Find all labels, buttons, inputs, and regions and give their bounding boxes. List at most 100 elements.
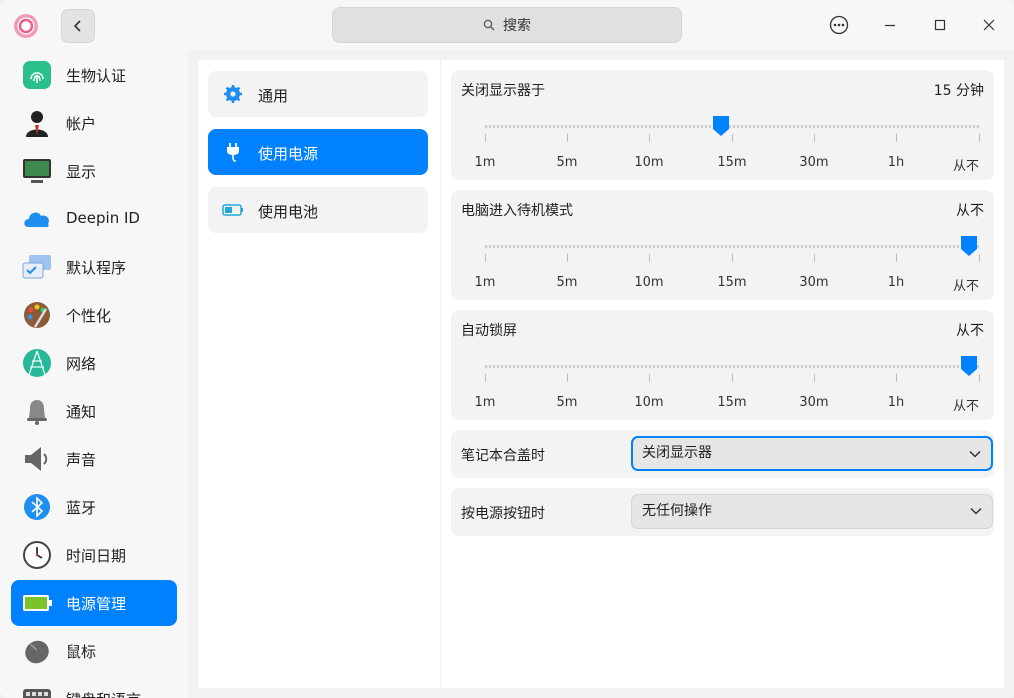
tick-mark xyxy=(567,374,568,382)
tick-label: 10m xyxy=(634,275,664,290)
minimize-button[interactable] xyxy=(875,10,905,40)
sidebar-item-display[interactable]: 显示 xyxy=(11,148,177,194)
cloud-icon xyxy=(24,212,49,227)
close-button[interactable] xyxy=(974,10,1004,40)
keyboard-icon xyxy=(23,689,51,698)
minimize-icon xyxy=(885,24,895,27)
tick-label: 30m xyxy=(799,155,829,170)
menu-button[interactable] xyxy=(824,10,854,40)
power-button-row: 按电源按钮时 无任何操作 xyxy=(451,488,994,536)
sidebar-item-label: 通知 xyxy=(66,403,97,421)
sidebar-item-biometric[interactable]: 生物认证 xyxy=(11,52,177,98)
power-button-select[interactable]: 无任何操作 xyxy=(631,494,993,529)
sidebar-item-label: 帐户 xyxy=(66,115,97,133)
subnav-item-label: 通用 xyxy=(258,87,289,105)
tick-mark xyxy=(567,134,568,142)
tick-label: 15m xyxy=(717,155,747,170)
sidebar-item-keyboard[interactable]: 键盘和语言 xyxy=(11,676,177,698)
sidebar-item-personalization[interactable]: 个性化 xyxy=(11,292,177,338)
tick-mark xyxy=(732,254,733,262)
fingerprint-icon xyxy=(23,61,51,89)
slider-track[interactable] xyxy=(485,125,979,128)
setting-title: 按电源按钮时 xyxy=(461,506,545,522)
tick-mark xyxy=(979,134,980,142)
chevron-down-icon xyxy=(969,450,981,458)
subnav-item-general[interactable]: 通用 xyxy=(208,71,428,117)
sidebar-item-notification[interactable]: 通知 xyxy=(11,388,177,434)
plug-icon xyxy=(227,143,239,162)
tick-mark xyxy=(979,374,980,382)
search-placeholder: 搜索 xyxy=(503,18,531,34)
slider-track[interactable] xyxy=(485,365,979,368)
tick-label: 5m xyxy=(556,275,578,290)
tick-label: 5m xyxy=(556,395,578,410)
tick-label: 30m xyxy=(799,275,829,290)
tick-mark xyxy=(896,374,897,382)
tick-mark xyxy=(649,254,650,262)
sidebar: 生物认证 帐户 显示 Deepin ID 默认程序 个性化 网络 通知 声音 蓝… xyxy=(0,50,188,698)
tick-label: 1h xyxy=(887,155,905,170)
sidebar-item-account[interactable]: 帐户 xyxy=(11,100,177,146)
chevron-left-icon xyxy=(73,20,81,32)
setting-value: 从不 xyxy=(956,323,984,339)
power-subnav: 通用 使用电源 使用电池 xyxy=(198,60,440,688)
account-icon xyxy=(26,111,48,137)
sidebar-item-label: 默认程序 xyxy=(66,259,127,277)
sidebar-item-mouse[interactable]: 鼠标 xyxy=(11,628,177,674)
sidebar-item-datetime[interactable]: 时间日期 xyxy=(11,532,177,578)
bell-icon xyxy=(27,400,47,425)
slider-thumb[interactable] xyxy=(959,354,979,378)
network-icon xyxy=(23,349,51,377)
setting-title: 电脑进入待机模式 xyxy=(461,203,573,219)
display-icon xyxy=(23,159,51,183)
speaker-icon xyxy=(25,447,48,471)
sidebar-item-label: 蓝牙 xyxy=(66,499,97,517)
setting-value: 15 分钟 xyxy=(933,83,984,99)
sidebar-item-power[interactable]: 电源管理 xyxy=(11,580,177,626)
tick-mark xyxy=(896,134,897,142)
tick-label: 从不 xyxy=(952,399,980,414)
tick-label: 30m xyxy=(799,395,829,410)
tick-mark xyxy=(732,374,733,382)
slider-thumb[interactable] xyxy=(959,234,979,258)
sidebar-item-default-apps[interactable]: 默认程序 xyxy=(11,244,177,290)
sidebar-item-label: 生物认证 xyxy=(66,67,127,85)
control-center-window: 搜索 生物认证 帐户 显示 Deepin ID 默认程序 个性化 网络 通知 声… xyxy=(0,0,1014,698)
tick-mark xyxy=(649,374,650,382)
palette-icon xyxy=(24,302,50,328)
tick-mark xyxy=(485,254,486,262)
slider-thumb[interactable] xyxy=(711,114,731,138)
subnav-item-on-battery[interactable]: 使用电池 xyxy=(208,187,428,233)
slider-track[interactable] xyxy=(485,245,979,248)
setting-title: 自动锁屏 xyxy=(461,323,517,339)
sidebar-item-label: 网络 xyxy=(66,355,97,373)
sidebar-item-label: Deepin ID xyxy=(66,209,140,227)
tick-mark xyxy=(814,374,815,382)
tick-label: 1h xyxy=(887,395,905,410)
tick-label: 1m xyxy=(474,275,496,290)
sidebar-item-network[interactable]: 网络 xyxy=(11,340,177,386)
sidebar-item-deepin-id[interactable]: Deepin ID xyxy=(11,196,177,242)
mouse-icon xyxy=(25,640,49,664)
subnav-item-plugged-in[interactable]: 使用电源 xyxy=(208,129,428,175)
sidebar-item-sound[interactable]: 声音 xyxy=(11,436,177,482)
power-settings-panel: 关闭显示器于 15 分钟 1m 5m 10m 15m 30m 1h 从不 电脑进… xyxy=(441,60,1004,688)
search-input[interactable]: 搜索 xyxy=(332,7,682,43)
back-button[interactable] xyxy=(61,9,95,43)
tick-mark xyxy=(649,134,650,142)
select-value: 关闭显示器 xyxy=(642,445,712,461)
sidebar-item-label: 声音 xyxy=(66,451,97,469)
battery-icon xyxy=(23,595,52,611)
lid-close-select[interactable]: 关闭显示器 xyxy=(631,436,993,471)
setting-value: 从不 xyxy=(956,203,984,219)
titlebar: 搜索 xyxy=(0,0,1014,50)
default-apps-icon xyxy=(22,255,51,279)
bluetooth-icon xyxy=(24,494,50,520)
search-icon xyxy=(483,19,495,31)
tick-label: 1m xyxy=(474,155,496,170)
tick-mark xyxy=(896,254,897,262)
sidebar-item-bluetooth[interactable]: 蓝牙 xyxy=(11,484,177,530)
maximize-button[interactable] xyxy=(925,10,955,40)
tick-label: 10m xyxy=(634,395,664,410)
sidebar-item-label: 鼠标 xyxy=(66,643,97,661)
